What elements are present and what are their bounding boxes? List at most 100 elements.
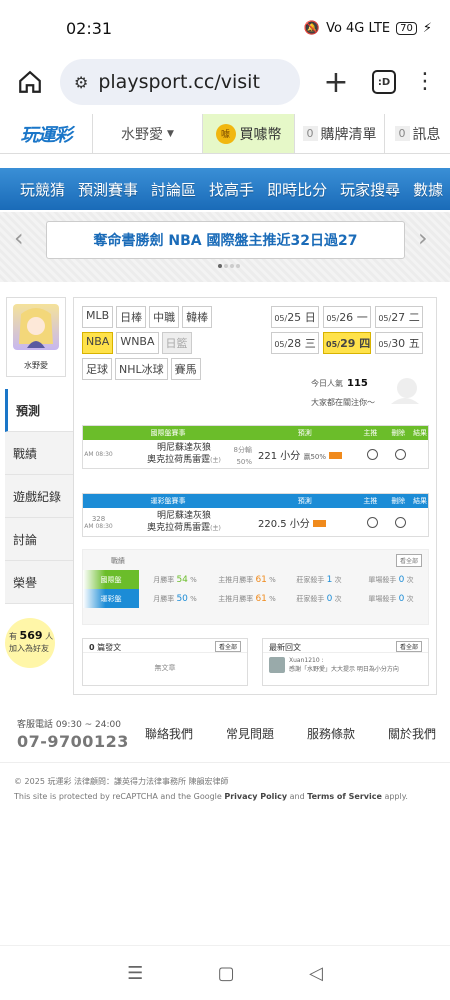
user-name: 水野愛 <box>121 126 164 143</box>
nav-forum[interactable]: 討論區 <box>151 179 196 200</box>
url-field[interactable]: ⚙ playsport.cc/visit <box>60 59 300 105</box>
nav-predict[interactable]: 預測賽事 <box>78 179 138 200</box>
focus-note: 大家都在關注你～ <box>311 398 375 407</box>
chevron-right-icon[interactable]: › <box>418 224 428 252</box>
footer-about[interactable]: 關於我們 <box>388 725 436 742</box>
status-bar: 02:31 🔕 Vo 4G LTE 70 ⚡ <box>0 0 450 56</box>
messages-link[interactable]: 0 訊息 <box>384 114 450 153</box>
reply-item[interactable]: Xuan1210 : 感謝「水野愛」大大提示 明日為小分方向 <box>263 653 428 677</box>
league-selector: MLB 日棒 中職 韓棒 NBA WNBA 日籃 足球 NHL冰球 賽馬 <box>82 306 262 384</box>
footer-terms[interactable]: 服務條款 <box>307 725 355 742</box>
buy-coins-button[interactable]: 噱 買噱幣 <box>203 114 294 153</box>
cart-count: 0 <box>302 126 318 141</box>
side-tab-honors[interactable]: 榮譽 <box>5 561 73 604</box>
main-nav: 玩競猜 預測賽事 討論區 找高手 即時比分 玩家搜尋 數據 <box>0 168 450 210</box>
articles-more-button[interactable]: 看全部 <box>214 641 241 652</box>
date-0527[interactable]: 05/27 二 <box>375 306 423 328</box>
articles-box: 0 篇發文 看全部 無文章 <box>82 638 248 686</box>
battery-icon: 70 <box>396 21 417 35</box>
fans-badge[interactable]: 有 569 人 加入為好友 <box>5 618 55 668</box>
privacy-link[interactable]: Privacy Policy <box>224 792 287 801</box>
charging-icon: ⚡ <box>422 20 432 36</box>
profile-card: 水野愛 <box>6 297 66 377</box>
league-nba[interactable]: NBA <box>82 332 114 354</box>
date-0526[interactable]: 05/26 一 <box>323 306 371 328</box>
articles-empty: 無文章 <box>154 664 176 672</box>
recaptcha-notice: This site is protected by reCAPTCHA and … <box>14 792 408 801</box>
contact-phone[interactable]: 07-9700123 <box>17 732 129 751</box>
side-tab-record[interactable]: 戰績 <box>5 432 73 475</box>
footer-faq[interactable]: 常見問題 <box>226 725 274 742</box>
odds-note: 8分輸 50% <box>233 445 252 466</box>
replies-box: 最新回文 看全部 Xuan1210 : 感謝「水野愛」大大提示 明日為小分方向 <box>262 638 429 686</box>
divider <box>0 762 450 763</box>
league-nhl[interactable]: NHL冰球 <box>115 358 168 380</box>
more-menu-icon[interactable]: ⋮ <box>410 71 440 93</box>
main-pick-radio[interactable] <box>366 448 378 460</box>
delete-radio[interactable] <box>394 448 406 460</box>
home-nav-icon[interactable]: ▢ <box>218 963 235 984</box>
main-pick-radio[interactable] <box>366 516 378 528</box>
new-tab-button[interactable]: + <box>314 65 358 100</box>
league-kbo[interactable]: 韓棒 <box>182 306 213 328</box>
local-prediction-table: 運彩盤賽事 預測 主推 刪除 結果 328 AM 08:30 明尼蘇達灰狼 奧克拉… <box>82 493 429 537</box>
terms-link[interactable]: Terms of Service <box>307 792 382 801</box>
league-wnba[interactable]: WNBA <box>116 332 159 354</box>
table-row: 328 AM 08:30 明尼蘇達灰狼 奧克拉荷馬雷霆(主) 220.5 小分 <box>83 508 428 536</box>
avatar[interactable] <box>13 304 59 350</box>
league-npb[interactable]: 日棒 <box>116 306 147 328</box>
back-icon[interactable]: ◁ <box>309 963 323 984</box>
user-dropdown[interactable]: 水野愛 ▼ <box>93 114 203 153</box>
popularity: 今日人氣 115 <box>311 378 368 389</box>
buy-coins-label: 買噱幣 <box>239 126 282 143</box>
date-0528[interactable]: 05/28 三 <box>271 332 319 354</box>
nav-guess[interactable]: 玩競猜 <box>20 179 65 200</box>
nav-player-search[interactable]: 玩家搜尋 <box>340 179 400 200</box>
prediction-panel: MLB 日棒 中職 韓棒 NBA WNBA 日籃 足球 NHL冰球 賽馬 05/… <box>73 297 437 695</box>
league-soccer[interactable]: 足球 <box>82 358 112 380</box>
league-mlb[interactable]: MLB <box>82 306 114 328</box>
stats-row-local: 運彩盤 月勝率 50 % 主推月勝率 61 % 莊家殺手 0 次 單場殺手 0 … <box>83 589 428 608</box>
side-tab-game-log[interactable]: 遊戲紀錄 <box>5 475 73 518</box>
league-horse[interactable]: 賽馬 <box>170 358 201 380</box>
replies-more-button[interactable]: 看全部 <box>395 641 422 652</box>
copyright: © 2025 玩運彩 法律顧問：謙英得力法律事務所 陳韻宏律師 <box>14 777 229 786</box>
game-number: 328 AM 08:30 <box>84 514 113 530</box>
banner-link[interactable]: 奪命書勝劍 NBA 國際盤主推近32日過27 <box>46 221 405 259</box>
mascot-icon <box>391 378 419 404</box>
side-tab-discussion[interactable]: 討論 <box>5 518 73 561</box>
footer-links: 聯絡我們 常見問題 服務條款 關於我們 <box>145 725 436 742</box>
site-logo[interactable]: 玩運彩 <box>0 114 93 153</box>
league-jbl: 日籃 <box>161 332 192 354</box>
android-nav-bar: ☰ ▢ ◁ <box>0 945 450 1000</box>
league-cpbl[interactable]: 中職 <box>149 306 180 328</box>
url-text: playsport.cc/visit <box>98 71 260 93</box>
banner-carousel: ‹ 奪命書勝劍 NBA 國際盤主推近32日過27 › <box>0 212 450 282</box>
footer-contact-us[interactable]: 聯絡我們 <box>145 725 193 742</box>
home-icon[interactable] <box>10 69 50 95</box>
site-settings-icon[interactable]: ⚙ <box>74 73 88 92</box>
reply-avatar <box>269 657 285 673</box>
intl-prediction-table: 國際盤賽事 預測 主推 刪除 結果 AM 08:30 明尼蘇達灰狼 奧克拉荷馬雷… <box>82 425 429 469</box>
record-more-button[interactable]: 看全部 <box>395 554 422 567</box>
messages-count: 0 <box>394 126 410 141</box>
tab-switcher-button[interactable]: :D <box>372 70 396 94</box>
game-time: AM 08:30 <box>84 450 113 458</box>
date-0529[interactable]: 05/29 四 <box>323 332 371 354</box>
date-0525[interactable]: 05/25 日 <box>271 306 319 328</box>
nav-experts[interactable]: 找高手 <box>209 179 254 200</box>
delete-radio[interactable] <box>394 516 406 528</box>
status-icons: 🔕 Vo 4G LTE 70 ⚡ <box>304 21 432 36</box>
side-tab-predict[interactable]: 預測 <box>5 389 73 432</box>
recents-icon[interactable]: ☰ <box>127 963 143 984</box>
nav-livescore[interactable]: 即時比分 <box>267 179 327 200</box>
clock: 02:31 <box>66 18 113 38</box>
profile-name: 水野愛 <box>24 361 48 370</box>
chevron-left-icon[interactable]: ‹ <box>14 224 24 252</box>
coin-icon: 噱 <box>215 123 236 144</box>
nav-data[interactable]: 數據 <box>413 179 443 200</box>
cart-label: 購牌清單 <box>320 126 377 143</box>
cart-link[interactable]: 0 購牌清單 <box>294 114 384 153</box>
date-0530[interactable]: 05/30 五 <box>375 332 423 354</box>
prediction-pick: 221 小分 贏50% <box>254 447 358 462</box>
